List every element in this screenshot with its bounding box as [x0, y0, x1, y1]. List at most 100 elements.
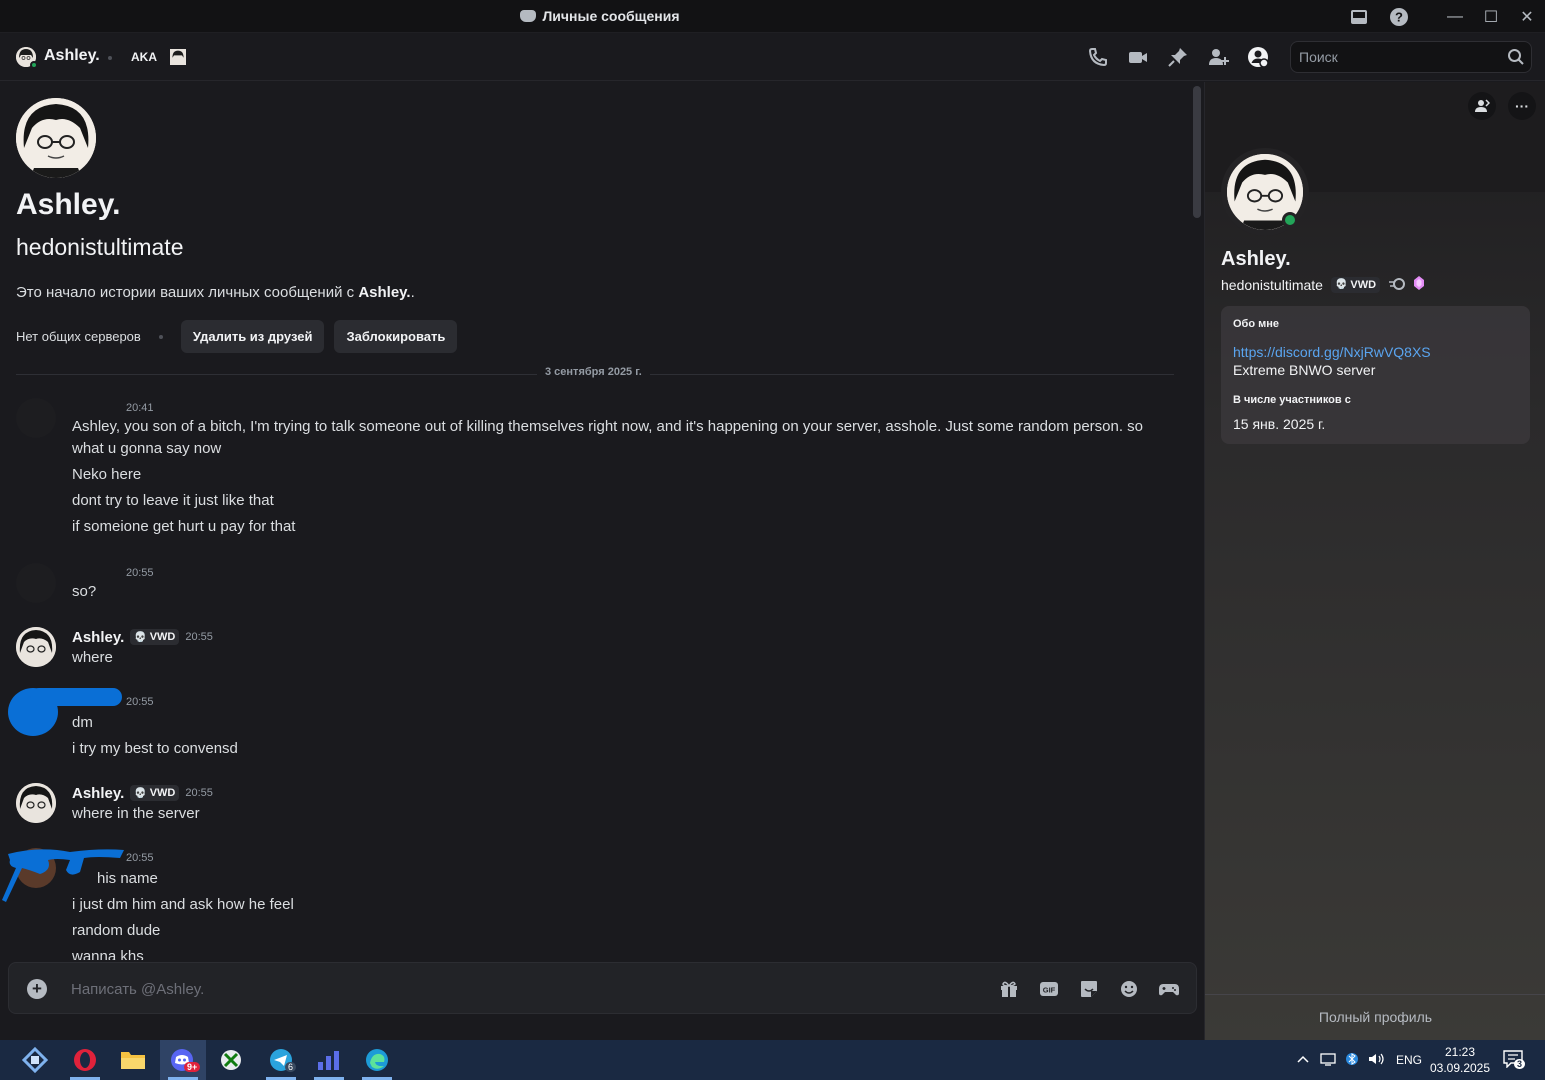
title-bar: Личные сообщения ? — ☐ ✕ [0, 0, 1545, 33]
discord-icon [520, 10, 537, 22]
chat-scrollbar[interactable] [1193, 86, 1201, 218]
message-time: 20:41 [126, 402, 154, 414]
xbox-icon[interactable] [208, 1040, 254, 1080]
member-since-title: В числе участников с [1233, 394, 1351, 406]
language-indicator[interactable]: ENG [1396, 1053, 1422, 1067]
add-friend-icon[interactable] [1468, 92, 1496, 120]
avatar[interactable] [16, 783, 56, 823]
inbox-icon[interactable] [1339, 0, 1379, 33]
mutual-servers[interactable]: Нет общих серверов [16, 329, 141, 344]
profile-panel: ··· Ashley. hedonistultimate 💀 VWD Обо мн… [1204, 82, 1545, 1040]
gif-icon[interactable]: GIF [1037, 977, 1061, 1001]
help-icon[interactable]: ? [1379, 0, 1419, 33]
nitro-badge-icon[interactable] [1388, 277, 1406, 293]
message-time: 20:55 [126, 696, 154, 708]
online-status-dot [1282, 212, 1298, 228]
message-text: what u gonna say now [72, 440, 222, 457]
member-since-date: 15 янв. 2025 г. [1233, 416, 1326, 432]
network-icon[interactable] [1320, 1052, 1336, 1069]
message-time: 20:55 [126, 567, 154, 579]
guild-tag[interactable]: 💀 VWD [130, 785, 180, 801]
video-call-icon[interactable] [1126, 43, 1150, 71]
search-icon [1507, 48, 1525, 71]
about-link[interactable]: https://discord.gg/NxjRwVQ8XS [1233, 344, 1518, 360]
svg-text:?: ? [1395, 9, 1403, 24]
file-explorer-icon[interactable] [110, 1040, 156, 1080]
remove-friend-button[interactable]: Удалить из друзей [180, 320, 325, 353]
attach-plus-icon[interactable]: + [27, 979, 47, 999]
voice-call-icon[interactable] [1086, 43, 1110, 71]
profile-username[interactable]: hedonistultimate [1221, 277, 1323, 293]
intro-avatar[interactable] [16, 98, 96, 178]
edge-icon[interactable] [354, 1040, 400, 1080]
message-text: dont try to leave it just like that [72, 492, 274, 509]
telegram-icon[interactable]: 6 [258, 1040, 304, 1080]
intro-display-name: Ashley. [16, 188, 121, 221]
scribble-redaction [2, 849, 124, 902]
message-text: so? [72, 583, 97, 600]
profile-name: Ashley. [1221, 248, 1291, 270]
message-text: dm [72, 714, 93, 731]
message-text: random dude [72, 922, 161, 939]
avatar[interactable] [16, 563, 56, 603]
close-button[interactable]: ✕ [1509, 0, 1545, 33]
stats-app-icon[interactable] [306, 1040, 352, 1080]
system-clock[interactable]: 21:23 03.09.2025 [1428, 1044, 1492, 1076]
message-composer[interactable]: + GIF [8, 962, 1197, 1014]
online-status-dot [30, 61, 38, 69]
maximize-button[interactable]: ☐ [1473, 0, 1509, 33]
start-app-icon[interactable] [12, 1040, 58, 1080]
message-text: where in the server [72, 805, 200, 822]
search-box[interactable] [1290, 41, 1532, 73]
message-input[interactable] [71, 973, 871, 1005]
skull-icon: 💀 [1334, 279, 1348, 290]
guild-tag[interactable]: 💀 VWD [1330, 276, 1381, 293]
guild-tag[interactable]: 💀 VWD [130, 629, 180, 645]
message-text: i just dm him and ask how he feel [72, 896, 294, 913]
message-text: where [72, 649, 113, 666]
aka-label: AKA [131, 50, 157, 64]
gift-icon[interactable] [997, 977, 1021, 1001]
full-profile-button[interactable]: Полный профиль [1205, 994, 1545, 1040]
window-title: Личные сообщения [0, 8, 1200, 24]
discord-taskbar-icon[interactable]: 9+ [160, 1040, 206, 1080]
opera-icon[interactable] [62, 1040, 108, 1080]
search-input[interactable] [1291, 42, 1491, 72]
message-time: 20:55 [185, 631, 213, 643]
message-text: his name [97, 870, 158, 887]
skull-icon: 💀 [134, 631, 147, 643]
sticker-icon[interactable] [1077, 977, 1101, 1001]
about-card: Обо мне https://discord.gg/NxjRwVQ8XS Ex… [1221, 306, 1530, 444]
message-text: wanna khs [72, 948, 144, 960]
about-title: Обо мне [1233, 318, 1280, 330]
message-time: 20:55 [126, 852, 154, 864]
block-button[interactable]: Заблокировать [334, 320, 458, 353]
windows-taskbar: 9+ 6 ENG 21:23 03.09.2025 3 [0, 1040, 1545, 1080]
notifications-icon[interactable]: 3 [1503, 1050, 1526, 1069]
intro-text: Это начало истории ваших личных сообщени… [16, 284, 415, 301]
pin-icon[interactable] [1166, 43, 1190, 71]
user-profile-icon[interactable] [1246, 43, 1270, 71]
add-friend-to-dm-icon[interactable] [1206, 43, 1230, 71]
about-description: Extreme BNWO server [1233, 362, 1376, 378]
aka-avatar[interactable] [170, 49, 186, 65]
avatar[interactable] [16, 398, 56, 438]
boost-gem-icon[interactable] [1414, 276, 1425, 293]
dm-header: Ashley. AKA [0, 33, 1545, 81]
message-text: Ashley, you son of a bitch, I'm trying t… [72, 418, 1144, 435]
scribble-redaction [30, 688, 122, 706]
discord-badge: 9+ [184, 1062, 201, 1072]
avatar[interactable] [16, 627, 56, 667]
activities-controller-icon[interactable] [1157, 977, 1181, 1001]
message-text: i try my best to convensd [72, 740, 238, 757]
message-author[interactable]: Ashley. [72, 629, 124, 646]
message-text: Neko here [72, 466, 142, 483]
chat-area[interactable]: Ashley. hedonistultimate Это начало исто… [0, 82, 1204, 960]
emoji-icon[interactable] [1117, 977, 1141, 1001]
tray-chevron-up-icon[interactable] [1296, 1053, 1310, 1067]
minimize-button[interactable]: — [1437, 0, 1473, 33]
volume-icon[interactable] [1368, 1052, 1386, 1069]
message-author[interactable]: Ashley. [72, 785, 124, 802]
more-options-icon[interactable]: ··· [1508, 92, 1536, 120]
bluetooth-icon[interactable] [1346, 1051, 1358, 1070]
